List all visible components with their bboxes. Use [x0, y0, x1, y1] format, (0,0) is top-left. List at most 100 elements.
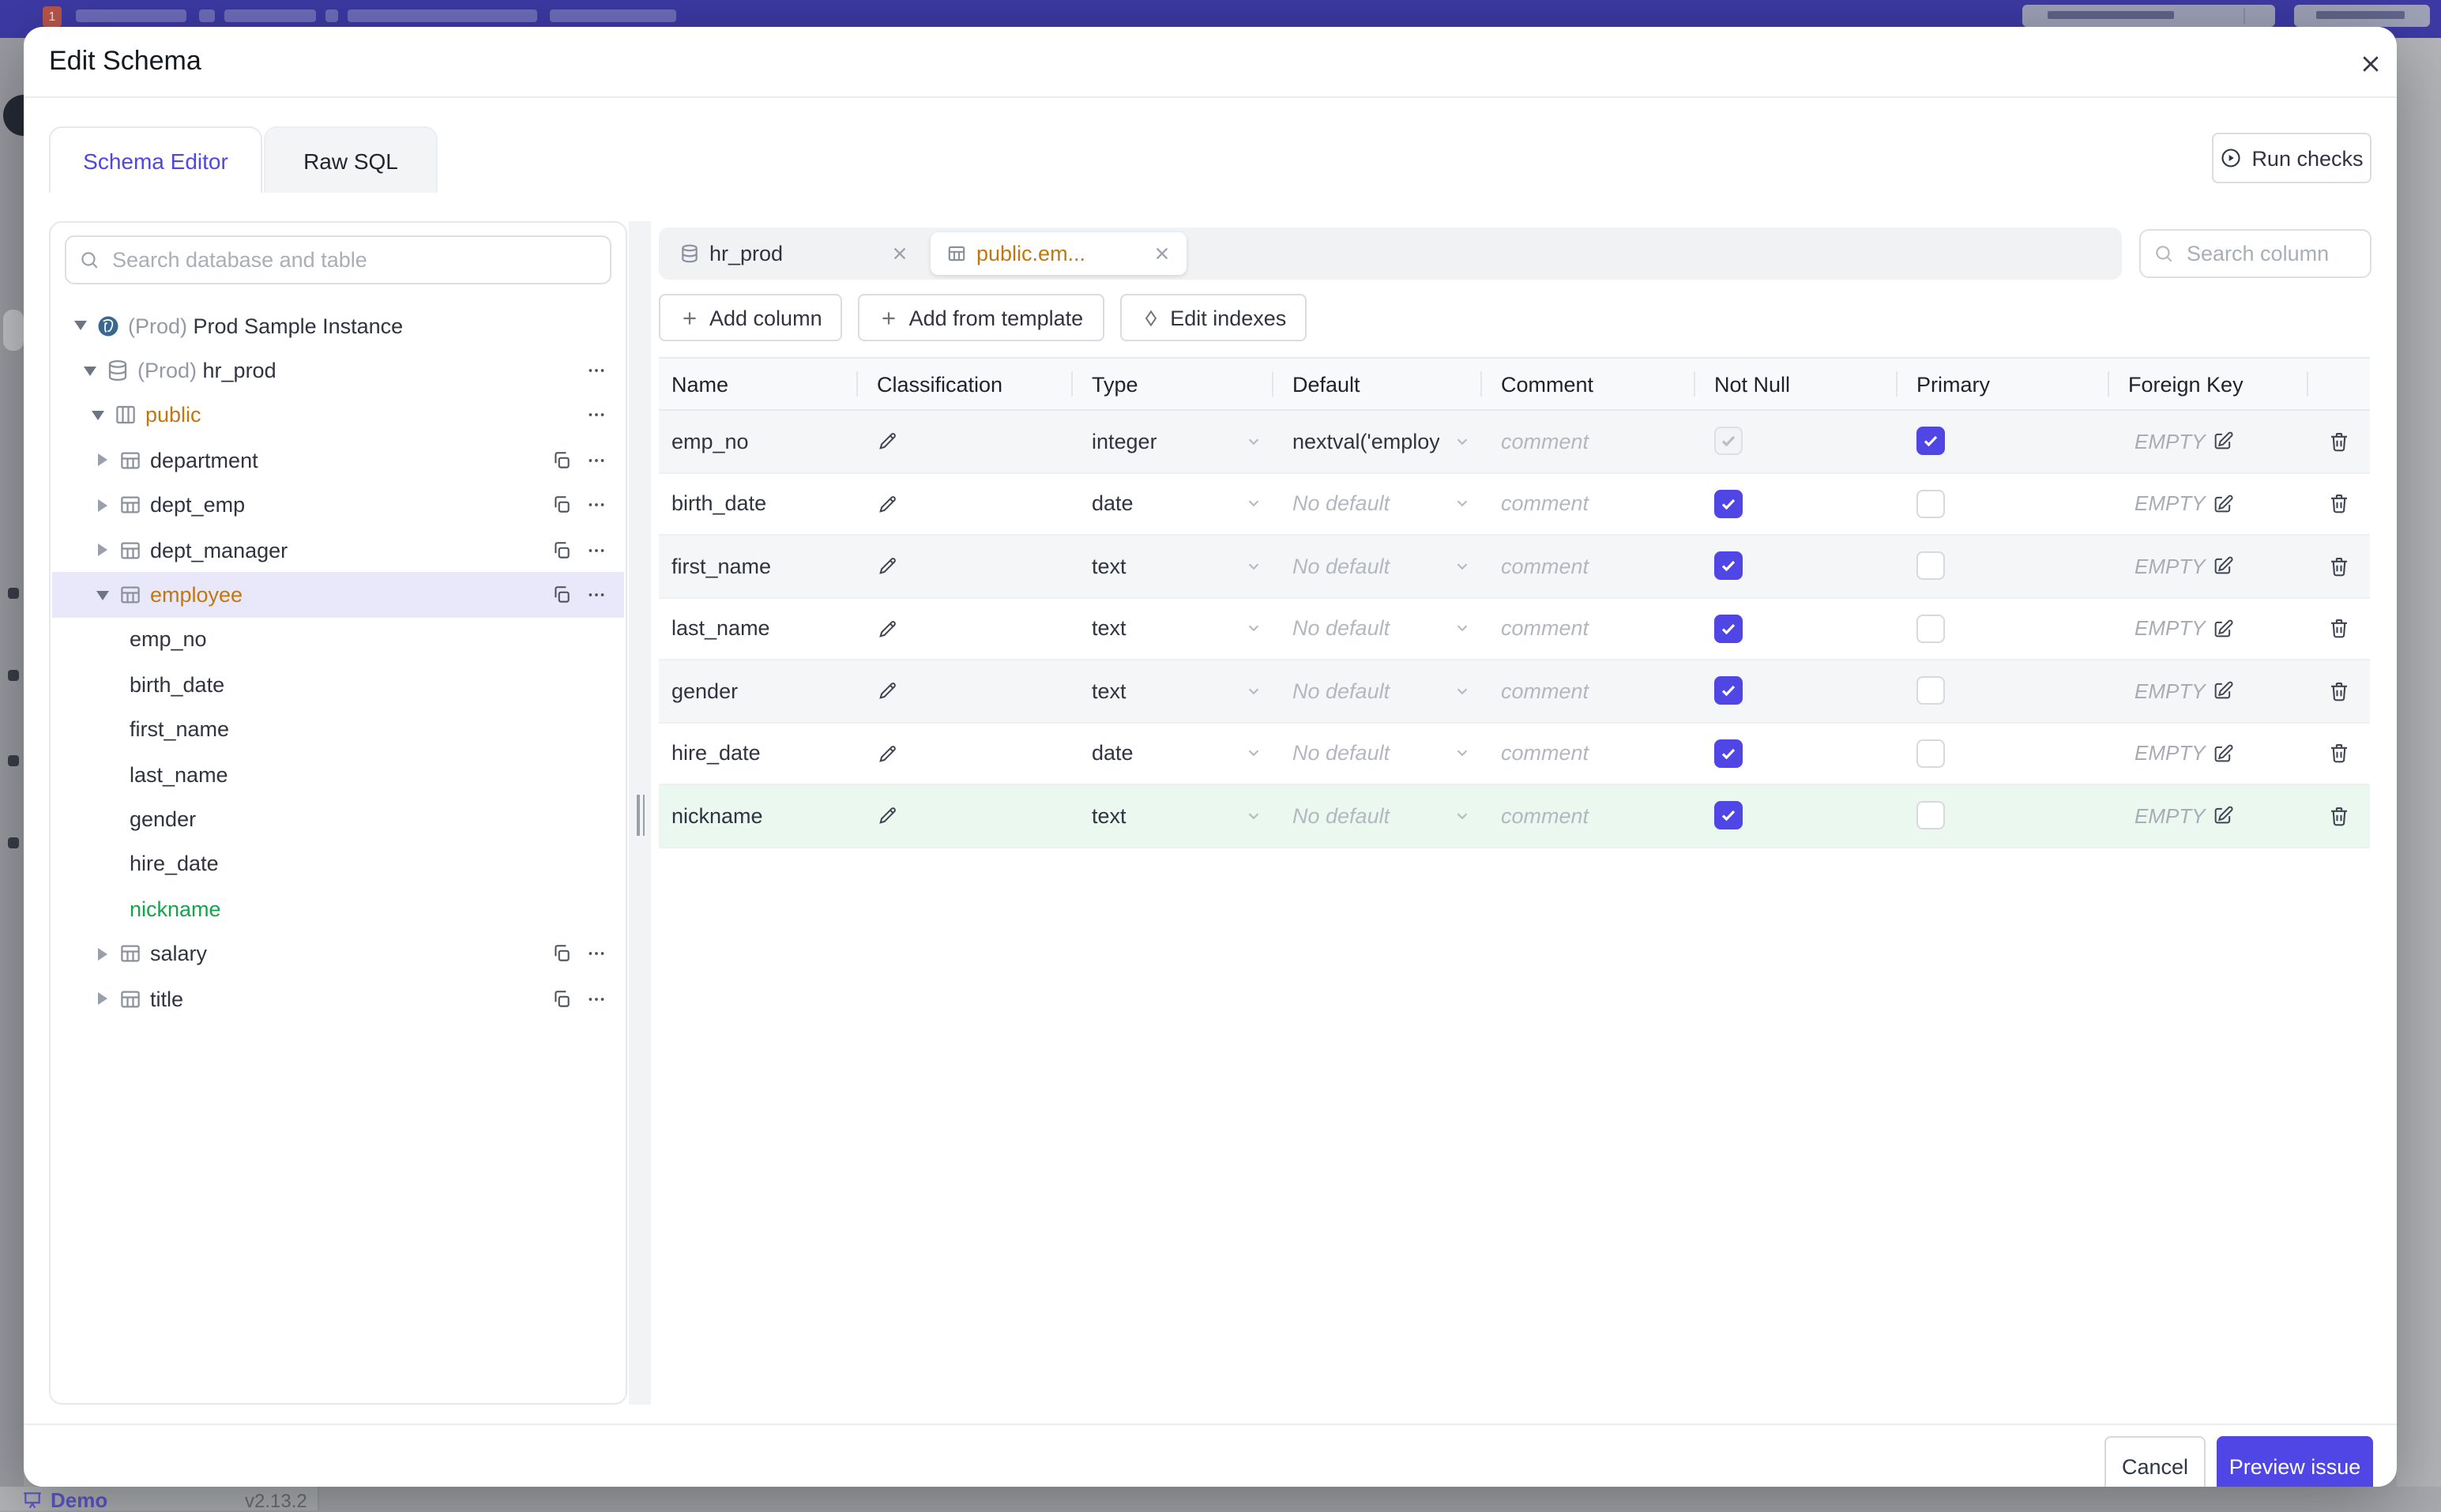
tree-search-box[interactable]: [65, 235, 611, 284]
tree-item[interactable]: public: [52, 393, 624, 438]
primary-checkbox[interactable]: [1916, 676, 1945, 705]
trash-icon[interactable]: [2327, 430, 2351, 453]
more-icon[interactable]: [586, 585, 607, 605]
copy-icon[interactable]: [551, 450, 572, 471]
tab-hr-prod[interactable]: hr_prod: [664, 232, 924, 275]
demo-brand[interactable]: Demo: [22, 1488, 107, 1512]
tab-raw-sql[interactable]: Raw SQL: [264, 126, 438, 193]
default-select[interactable]: No default: [1273, 536, 1482, 596]
column-name-cell[interactable]: hire_date: [659, 723, 858, 784]
run-checks-button[interactable]: Run checks: [2212, 133, 2371, 183]
caret-down-icon[interactable]: [88, 406, 107, 425]
cancel-button[interactable]: Cancel: [2104, 1436, 2206, 1487]
not-null-checkbox[interactable]: [1714, 676, 1743, 705]
edit-icon[interactable]: [2212, 805, 2234, 827]
tree-item[interactable]: hire_date: [52, 841, 624, 886]
foreign-key-cell[interactable]: EMPTY: [2109, 598, 2308, 659]
comment-input[interactable]: comment: [1482, 598, 1695, 659]
trash-icon[interactable]: [2327, 804, 2351, 828]
not-null-checkbox[interactable]: [1714, 551, 1743, 581]
tree-item[interactable]: (Prod) hr_prod: [52, 348, 624, 393]
column-name-cell[interactable]: gender: [659, 660, 858, 721]
type-select[interactable]: text: [1073, 785, 1273, 846]
pencil-icon[interactable]: [877, 618, 899, 640]
column-name-cell[interactable]: last_name: [659, 598, 858, 659]
type-select[interactable]: date: [1073, 723, 1273, 784]
comment-input[interactable]: comment: [1482, 411, 1695, 472]
caret-right-icon[interactable]: [93, 496, 112, 515]
preview-issue-button[interactable]: Preview issue: [2217, 1436, 2373, 1487]
close-icon[interactable]: [2349, 43, 2390, 84]
copy-icon[interactable]: [551, 585, 572, 605]
pencil-icon[interactable]: [877, 743, 899, 765]
copy-icon[interactable]: [551, 988, 572, 1009]
more-icon[interactable]: [586, 450, 607, 471]
tree-search-input[interactable]: [109, 246, 597, 273]
column-search-box[interactable]: [2139, 229, 2371, 278]
close-tab-icon[interactable]: [891, 245, 908, 262]
comment-input[interactable]: comment: [1482, 473, 1695, 534]
more-icon[interactable]: [586, 943, 607, 964]
add-column-button[interactable]: Add column: [659, 294, 843, 341]
trash-icon[interactable]: [2327, 492, 2351, 516]
pencil-icon[interactable]: [877, 493, 899, 515]
caret-right-icon[interactable]: [93, 451, 112, 470]
panel-resizer[interactable]: [629, 221, 651, 1405]
comment-input[interactable]: comment: [1482, 723, 1695, 784]
caret-right-icon[interactable]: [93, 989, 112, 1008]
default-select[interactable]: No default: [1273, 598, 1482, 659]
foreign-key-cell[interactable]: EMPTY: [2109, 411, 2308, 472]
edit-icon[interactable]: [2212, 555, 2234, 577]
tree-item[interactable]: salary: [52, 931, 624, 976]
more-icon[interactable]: [586, 988, 607, 1009]
edit-icon[interactable]: [2212, 743, 2234, 765]
foreign-key-cell[interactable]: EMPTY: [2109, 473, 2308, 534]
not-null-checkbox[interactable]: [1714, 801, 1743, 830]
pencil-icon[interactable]: [877, 555, 899, 577]
edit-icon[interactable]: [2212, 493, 2234, 515]
type-select[interactable]: integer: [1073, 411, 1273, 472]
column-name-cell[interactable]: birth_date: [659, 473, 858, 534]
caret-down-icon[interactable]: [71, 316, 90, 335]
pencil-icon[interactable]: [877, 431, 899, 453]
tree-item[interactable]: dept_emp: [52, 483, 624, 528]
default-select[interactable]: nextval('employ: [1273, 411, 1482, 472]
caret-right-icon[interactable]: [93, 540, 112, 559]
trash-icon[interactable]: [2327, 617, 2351, 641]
column-name-cell[interactable]: nickname: [659, 785, 858, 846]
trash-icon[interactable]: [2327, 555, 2351, 578]
primary-checkbox[interactable]: [1916, 801, 1945, 830]
tree-item[interactable]: gender: [52, 797, 624, 842]
caret-down-icon[interactable]: [81, 361, 100, 380]
edit-icon[interactable]: [2212, 431, 2234, 453]
tree-item[interactable]: nickname: [52, 886, 624, 931]
type-select[interactable]: date: [1073, 473, 1273, 534]
not-null-checkbox[interactable]: [1714, 427, 1743, 456]
tree-item[interactable]: department: [52, 438, 624, 483]
tab-public-employee[interactable]: public.em...: [931, 232, 1187, 275]
column-name-cell[interactable]: first_name: [659, 536, 858, 596]
comment-input[interactable]: comment: [1482, 536, 1695, 596]
type-select[interactable]: text: [1073, 660, 1273, 721]
more-icon[interactable]: [586, 540, 607, 560]
primary-checkbox[interactable]: [1916, 614, 1945, 643]
type-select[interactable]: text: [1073, 536, 1273, 596]
default-select[interactable]: No default: [1273, 660, 1482, 721]
pencil-icon[interactable]: [877, 680, 899, 702]
caret-right-icon[interactable]: [93, 944, 112, 963]
edit-icon[interactable]: [2212, 680, 2234, 702]
primary-checkbox[interactable]: [1916, 489, 1945, 518]
not-null-checkbox[interactable]: [1714, 614, 1743, 643]
not-null-checkbox[interactable]: [1714, 739, 1743, 768]
default-select[interactable]: No default: [1273, 785, 1482, 846]
foreign-key-cell[interactable]: EMPTY: [2109, 723, 2308, 784]
primary-checkbox[interactable]: [1916, 739, 1945, 768]
column-search-input[interactable]: [2183, 240, 2357, 267]
tab-schema-editor[interactable]: Schema Editor: [49, 126, 262, 193]
more-icon[interactable]: [586, 495, 607, 516]
window-scrollbar-track[interactable]: [2397, 38, 2441, 1487]
primary-checkbox[interactable]: [1916, 427, 1945, 456]
type-select[interactable]: text: [1073, 598, 1273, 659]
more-icon[interactable]: [586, 360, 607, 381]
default-select[interactable]: No default: [1273, 473, 1482, 534]
